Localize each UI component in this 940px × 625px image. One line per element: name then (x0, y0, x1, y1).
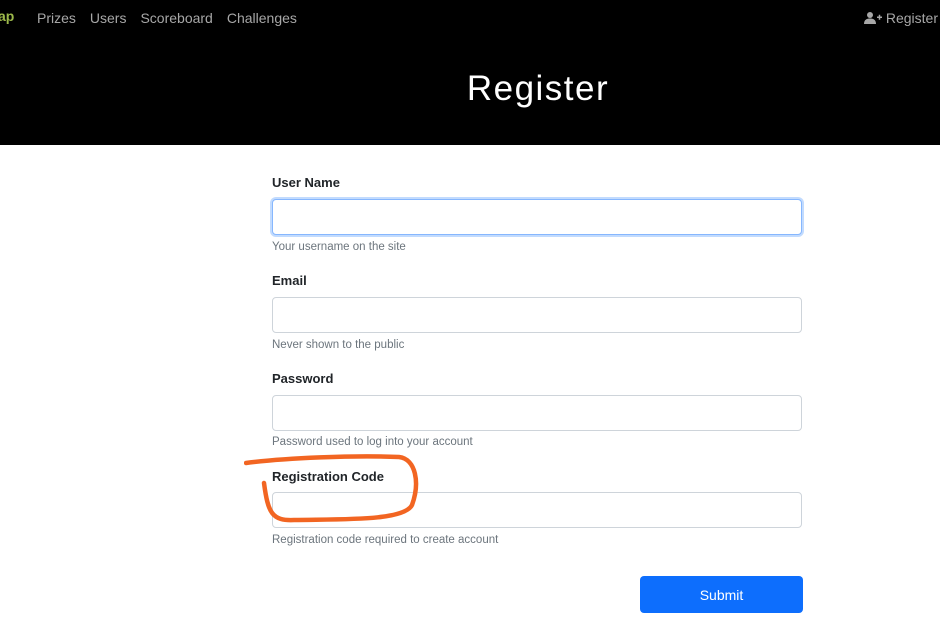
nav-links: Prizes Users Scoreboard Challenges (37, 10, 311, 26)
email-input[interactable] (272, 297, 802, 333)
registration-code-help: Registration code required to create acc… (272, 534, 499, 546)
user-plus-icon (863, 12, 882, 24)
submit-button[interactable]: Submit (640, 576, 803, 613)
password-label: Password (272, 371, 334, 386)
email-help: Never shown to the public (272, 339, 405, 351)
nav-register-link[interactable]: Register (863, 10, 938, 26)
nav-challenges[interactable]: Challenges (227, 10, 297, 26)
register-label: Register (885, 10, 938, 26)
page-title: Register (466, 69, 610, 109)
username-label: User Name (272, 175, 340, 190)
top-navbar: ap Prizes Users Scoreboard Challenges Re… (0, 0, 940, 145)
orange-highlight-annotation (244, 454, 419, 523)
brand-logo[interactable]: ap (0, 8, 14, 24)
password-help: Password used to log into your account (272, 436, 473, 448)
nav-prizes[interactable]: Prizes (37, 10, 76, 26)
nav-scoreboard[interactable]: Scoreboard (140, 10, 212, 26)
password-input[interactable] (272, 395, 802, 431)
username-input[interactable] (272, 199, 802, 235)
username-help: Your username on the site (272, 241, 406, 253)
nav-users[interactable]: Users (90, 10, 127, 26)
email-label: Email (272, 273, 307, 288)
